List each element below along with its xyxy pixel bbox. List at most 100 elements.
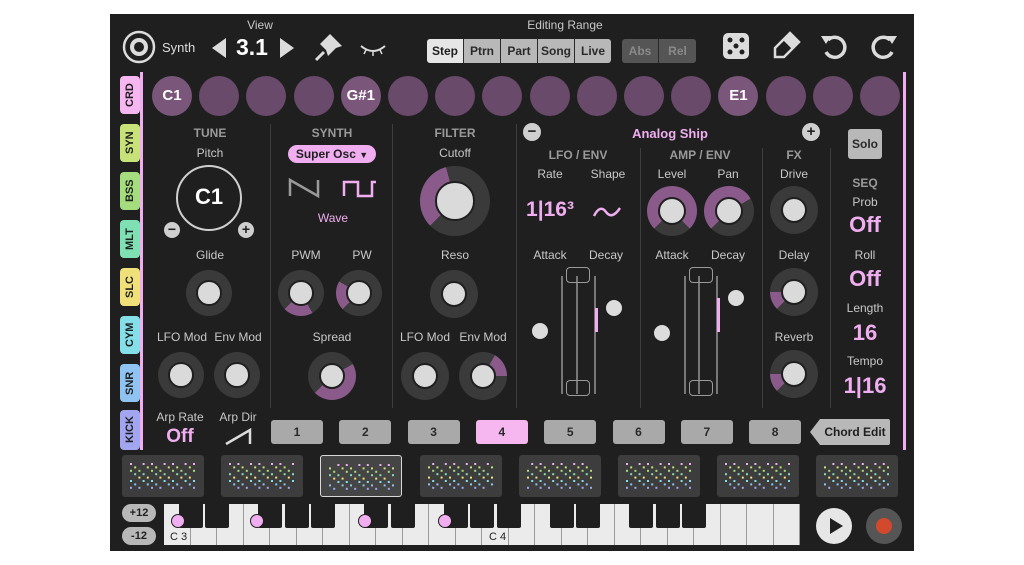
white-key[interactable]	[773, 504, 800, 545]
pattern-thumbnail[interactable]	[122, 455, 204, 497]
spread-knob[interactable]	[308, 352, 356, 400]
chord-pad[interactable]	[435, 76, 476, 116]
pattern-thumbnail[interactable]	[221, 455, 304, 497]
chord-pad[interactable]	[199, 76, 240, 116]
synth-logo-icon[interactable]	[122, 30, 156, 64]
octave-up-button[interactable]: +12	[122, 504, 156, 522]
black-key[interactable]	[629, 504, 653, 528]
black-key[interactable]	[682, 504, 706, 528]
pin-icon[interactable]	[312, 30, 346, 64]
page-button[interactable]: 4	[475, 420, 528, 444]
page-button[interactable]: 3	[407, 420, 460, 444]
reso-knob[interactable]	[430, 270, 478, 318]
lfo-attack-handle[interactable]	[530, 321, 550, 341]
undo-icon[interactable]	[818, 30, 850, 62]
arp-dir-icon[interactable]	[224, 427, 254, 446]
side-tab-mlt[interactable]: MLT	[120, 220, 140, 258]
page-button[interactable]: 5	[544, 420, 597, 444]
chord-pad[interactable]	[388, 76, 428, 116]
preset-name[interactable]: Analog Ship	[610, 126, 730, 141]
black-key[interactable]	[549, 504, 574, 528]
eraser-icon[interactable]	[770, 30, 802, 62]
mode-rel-button[interactable]: Rel	[659, 39, 696, 63]
pattern-thumbnail[interactable]	[320, 455, 403, 497]
pattern-thumbnail[interactable]	[717, 455, 800, 497]
side-tab-kick[interactable]: KICK	[120, 410, 140, 450]
pattern-thumbnail[interactable]	[816, 455, 899, 497]
black-key[interactable]	[205, 504, 229, 528]
white-key[interactable]	[720, 504, 747, 545]
saw-wave-icon[interactable]	[288, 177, 322, 199]
eye-icon[interactable]	[358, 34, 388, 60]
black-key[interactable]	[311, 504, 335, 528]
side-tab-snr[interactable]: SNR	[120, 364, 140, 402]
chord-pad[interactable]	[576, 76, 617, 116]
chord-pad[interactable]	[812, 76, 853, 116]
chord-pad[interactable]: C1	[152, 76, 192, 116]
white-key[interactable]	[747, 504, 774, 545]
roll-value[interactable]: Off	[835, 266, 895, 292]
pw-knob[interactable]	[336, 270, 382, 316]
pattern-thumbnail[interactable]	[518, 455, 601, 497]
chord-pad[interactable]	[860, 76, 900, 116]
chord-pad[interactable]	[482, 76, 523, 116]
length-value[interactable]: 16	[835, 320, 895, 346]
black-key[interactable]	[655, 504, 680, 528]
delay-knob[interactable]	[770, 268, 818, 316]
arp-rate-value[interactable]: Off	[152, 426, 208, 448]
record-button[interactable]	[866, 508, 902, 544]
page-button[interactable]: 6	[612, 420, 665, 444]
amp-pan-knob[interactable]	[704, 186, 754, 236]
lfo-decay-handle[interactable]	[604, 298, 624, 318]
chord-pad[interactable]	[293, 76, 334, 116]
octave-down-button[interactable]: -12	[122, 527, 156, 545]
prob-value[interactable]: Off	[835, 212, 895, 238]
chord-pad[interactable]: G#1	[340, 76, 381, 116]
range-ptrn-button[interactable]: Ptrn	[464, 39, 501, 63]
redo-icon[interactable]	[868, 30, 900, 62]
dice-icon[interactable]	[720, 30, 752, 62]
range-step-button[interactable]: Step	[427, 39, 464, 63]
pwm-knob[interactable]	[278, 270, 324, 316]
pattern-thumbnail[interactable]	[618, 455, 700, 497]
glide-knob[interactable]	[186, 270, 232, 316]
osc-type-dropdown[interactable]: Super Osc ▼	[288, 145, 376, 163]
amp-level-knob[interactable]	[647, 186, 697, 236]
range-song-button[interactable]: Song	[538, 39, 575, 63]
preset-prev-icon[interactable]: −	[523, 123, 541, 141]
preset-next-icon[interactable]: +	[802, 123, 820, 141]
chord-pad[interactable]	[765, 76, 806, 116]
range-live-button[interactable]: Live	[575, 39, 611, 63]
chord-pad[interactable]	[624, 76, 664, 116]
play-button[interactable]	[816, 508, 852, 544]
black-key[interactable]	[284, 504, 309, 528]
sine-shape-icon[interactable]	[592, 202, 622, 222]
chord-pad[interactable]	[671, 76, 712, 116]
pitch-plus-icon[interactable]: +	[238, 222, 254, 238]
side-tab-bss[interactable]: BSS	[120, 172, 140, 210]
chord-pad[interactable]	[246, 76, 287, 116]
black-key[interactable]	[470, 504, 494, 528]
page-button[interactable]: 7	[680, 420, 733, 444]
side-tab-slc[interactable]: SLC	[120, 268, 140, 306]
page-button[interactable]: 2	[339, 420, 392, 444]
cutoff-knob[interactable]	[420, 166, 490, 236]
chord-pad[interactable]	[529, 76, 570, 116]
reverb-knob[interactable]	[770, 350, 818, 398]
pitch-minus-icon[interactable]: −	[164, 222, 180, 238]
page-button[interactable]: 1	[271, 420, 323, 444]
amp-attack-handle[interactable]	[652, 323, 672, 343]
range-part-button[interactable]: Part	[501, 39, 538, 63]
black-key[interactable]	[390, 504, 415, 528]
view-next-icon[interactable]	[280, 38, 294, 58]
lfo-rate-value[interactable]: 1|16³	[512, 198, 588, 222]
tempo-value[interactable]: 1|16	[835, 373, 895, 399]
black-key[interactable]	[576, 504, 600, 528]
page-button[interactable]: 8	[749, 420, 802, 444]
black-key[interactable]	[496, 504, 521, 528]
filter-lfo-mod-knob[interactable]	[401, 352, 449, 400]
tune-env-mod-knob[interactable]	[214, 352, 260, 398]
mode-abs-button[interactable]: Abs	[622, 39, 659, 63]
side-tab-cym[interactable]: CYM	[120, 316, 140, 354]
chord-edit-button[interactable]: Chord Edit	[810, 419, 890, 445]
